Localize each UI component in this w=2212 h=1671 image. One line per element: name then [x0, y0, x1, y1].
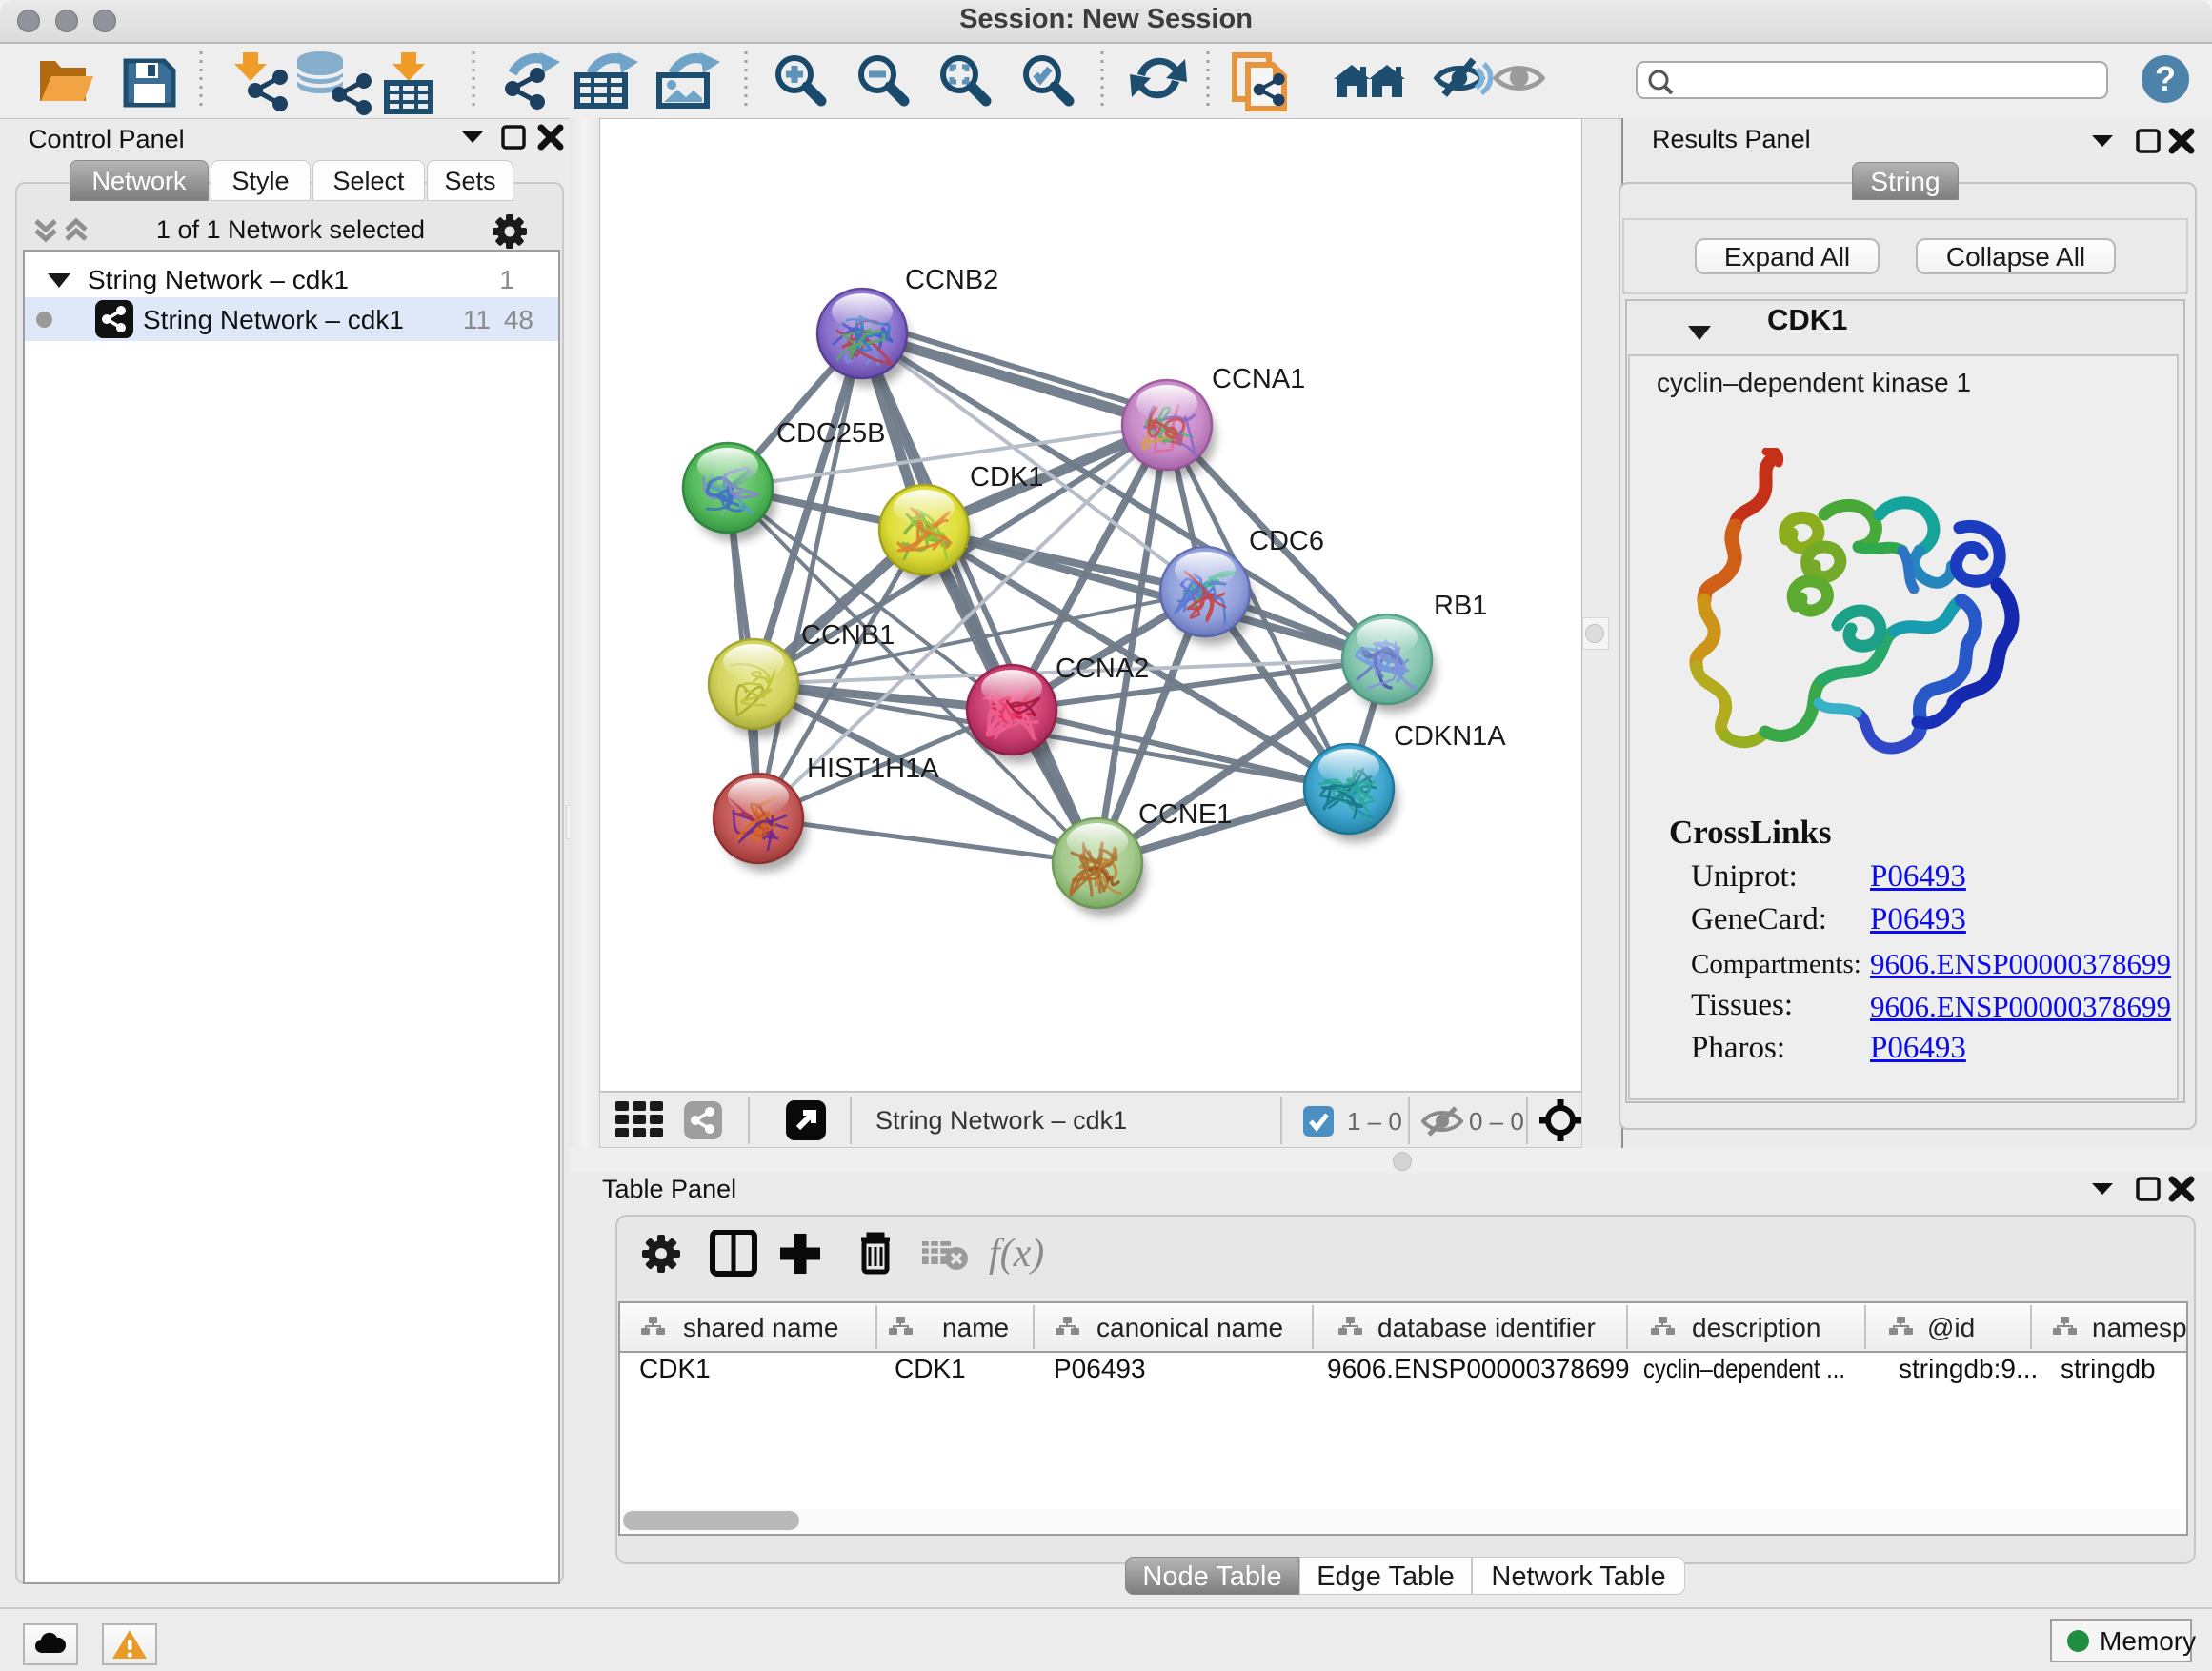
svg-text:CDK1: CDK1 — [639, 1354, 711, 1383]
svg-text:@id: @id — [1927, 1313, 1975, 1342]
svg-text:f(x): f(x) — [989, 1232, 1044, 1276]
svg-text:canonical name: canonical name — [1096, 1313, 1283, 1342]
svg-text:CCNE1: CCNE1 — [1138, 799, 1232, 830]
svg-text:CDC25B: CDC25B — [776, 418, 885, 449]
svg-text:CCNB2: CCNB2 — [905, 265, 998, 295]
svg-text:CDKN1A: CDKN1A — [1394, 721, 1506, 752]
svg-text:RB1: RB1 — [1434, 591, 1487, 621]
svg-text:CDC6: CDC6 — [1249, 526, 1324, 556]
svg-text:CCNA1: CCNA1 — [1212, 364, 1305, 394]
svg-text:CCNA2: CCNA2 — [1056, 654, 1149, 684]
svg-text:namespace: namespace — [2092, 1313, 2186, 1342]
svg-text:P06493: P06493 — [1054, 1354, 1146, 1383]
svg-text:stringdb:9...: stringdb:9... — [1899, 1354, 2038, 1383]
svg-text:CCNB1: CCNB1 — [801, 620, 895, 651]
svg-text:cyclin–dependent ...: cyclin–dependent ... — [1643, 1354, 1845, 1383]
svg-text:description: description — [1692, 1313, 1820, 1342]
svg-text:shared name: shared name — [683, 1313, 838, 1342]
svg-text:name: name — [942, 1313, 1009, 1342]
svg-text:9606.ENSP00000378699: 9606.ENSP00000378699 — [1327, 1354, 1630, 1383]
svg-text:CDK1: CDK1 — [970, 462, 1043, 493]
svg-text:database identifier: database identifier — [1377, 1313, 1596, 1342]
svg-text:stringdb: stringdb — [2061, 1354, 2156, 1383]
svg-text:HIST1H1A: HIST1H1A — [807, 754, 939, 784]
svg-text:CDK1: CDK1 — [895, 1354, 966, 1383]
